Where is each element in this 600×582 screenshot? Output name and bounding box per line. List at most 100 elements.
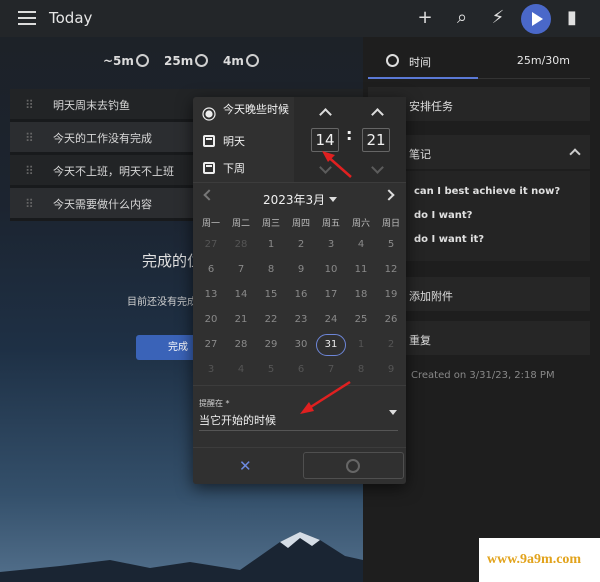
calendar: 2023年3月 周一 周二 周三 周四 周五 周六 周日 27 28 1 2 3 4 5 6 7… — [193, 182, 406, 382]
task-title: 今天需要做什么内容 — [53, 198, 152, 211]
estimate-approx-value: ~5m — [103, 54, 134, 68]
search-icon[interactable]: ⌕ — [452, 8, 472, 28]
calendar-day[interactable]: 6 — [196, 260, 226, 280]
reminder-select[interactable]: 提醒在 * 当它开始的时候 — [193, 385, 406, 435]
calendar-day[interactable]: 18 — [346, 285, 376, 305]
calendar-day[interactable]: 28 — [226, 235, 256, 255]
calendar-day[interactable]: 12 — [376, 260, 406, 280]
weekday-label: 周六 — [351, 219, 370, 229]
calendar-day[interactable]: 3 — [316, 235, 346, 255]
chevron-up-icon[interactable] — [569, 148, 581, 160]
calendar-day[interactable]: 9 — [286, 260, 316, 280]
calendar-day[interactable]: 8 — [256, 260, 286, 280]
calendar-day[interactable]: 10 — [316, 260, 346, 280]
drag-handle-icon[interactable]: ⠿ — [25, 164, 34, 178]
clock-check-icon — [195, 54, 209, 67]
menu-icon[interactable] — [18, 11, 36, 25]
calendar-day[interactable]: 16 — [286, 285, 316, 305]
calendar-day[interactable]: 1 — [346, 335, 376, 355]
watermark-text: www.9a9m.com — [487, 552, 582, 567]
calendar-day[interactable]: 15 — [256, 285, 286, 305]
estimate-summary: ~5m 25m 4m — [0, 54, 363, 74]
calendar-day[interactable]: 29 — [256, 335, 286, 355]
calendar-day[interactable]: 11 — [346, 260, 376, 280]
chevron-left-icon[interactable] — [203, 189, 215, 201]
tab-time[interactable]: 时间 — [368, 47, 478, 79]
quick-option-label: 明天 — [223, 135, 245, 148]
quick-options: 今天晚些时候 明天 下周 — [193, 97, 294, 182]
hour-input[interactable]: 14 — [311, 128, 339, 152]
calendar-day[interactable]: 5 — [376, 235, 406, 255]
quick-option-label: 今天晚些时候 — [223, 103, 289, 116]
drag-handle-icon[interactable]: ⠿ — [25, 131, 34, 145]
hour-down-icon[interactable] — [318, 163, 332, 177]
drag-handle-icon[interactable]: ⠿ — [25, 98, 34, 112]
done-button[interactable]: 完成 — [136, 335, 196, 360]
add-icon[interactable]: + — [415, 8, 435, 28]
repeat-label: 重复 — [409, 334, 431, 347]
calendar-day[interactable]: 4 — [346, 235, 376, 255]
tab-estimate[interactable]: 25m/30m — [517, 54, 570, 67]
quick-option-later-today[interactable]: 今天晚些时候 — [193, 101, 294, 129]
estimate-timer: 4m — [223, 54, 259, 68]
calendar-day[interactable]: 21 — [226, 310, 256, 330]
calendar-day[interactable]: 19 — [376, 285, 406, 305]
calendar-icon — [203, 162, 215, 174]
chat-icon[interactable]: ▮ — [562, 8, 582, 28]
schedule-popup: 今天晚些时候 明天 下周 14 : 21 2023年3月 周一 周二 周三 周四 — [193, 97, 406, 484]
play-button[interactable] — [521, 4, 551, 34]
calendar-day[interactable]: 14 — [226, 285, 256, 305]
page-title: Today — [49, 9, 93, 27]
calendar-day[interactable]: 3 — [196, 360, 226, 380]
close-icon[interactable]: ✕ — [239, 457, 252, 475]
lightning-icon[interactable]: ⚡ — [488, 8, 508, 28]
minute-down-icon[interactable] — [370, 163, 384, 177]
calendar-day[interactable]: 27 — [196, 235, 226, 255]
calendar-day[interactable]: 27 — [196, 335, 226, 355]
calendar-day[interactable]: 25 — [346, 310, 376, 330]
calendar-day[interactable]: 6 — [286, 360, 316, 380]
watermark: www.9a9m.com — [479, 538, 600, 582]
note-line: do I want? — [414, 210, 473, 221]
calendar-day[interactable]: 13 — [196, 285, 226, 305]
calendar-day[interactable]: 17 — [316, 285, 346, 305]
estimate-total: 25m — [164, 54, 209, 68]
minute-input[interactable]: 21 — [362, 128, 390, 152]
hour-up-icon[interactable] — [318, 105, 332, 119]
quick-option-tomorrow[interactable]: 明天 — [193, 128, 294, 156]
caret-down-icon[interactable] — [389, 410, 397, 415]
weekday-label: 周三 — [261, 219, 280, 229]
calendar-day[interactable]: 1 — [256, 235, 286, 255]
chevron-right-icon[interactable] — [383, 189, 395, 201]
calendar-day[interactable]: 20 — [196, 310, 226, 330]
calendar-day[interactable]: 5 — [256, 360, 286, 380]
calendar-day[interactable]: 9 — [376, 360, 406, 380]
calendar-day[interactable]: 7 — [226, 260, 256, 280]
calendar-day[interactable]: 2 — [286, 235, 316, 255]
calendar-day[interactable]: 28 — [226, 335, 256, 355]
calendar-day[interactable]: 22 — [256, 310, 286, 330]
time-picker: 14 : 21 — [294, 97, 406, 182]
drag-handle-icon[interactable]: ⠿ — [25, 197, 34, 211]
calendar-day[interactable]: 30 — [286, 335, 316, 355]
calendar-day[interactable]: 24 — [316, 310, 346, 330]
task-title: 今天的工作没有完成 — [53, 132, 152, 145]
quick-option-next-week[interactable]: 下周 — [193, 155, 294, 183]
task-title: 明天周末去钓鱼 — [53, 99, 130, 112]
minute-up-icon[interactable] — [370, 105, 384, 119]
calendar-day[interactable]: 8 — [346, 360, 376, 380]
weekday-label: 周日 — [381, 219, 400, 229]
month-selector[interactable]: 2023年3月 — [263, 191, 337, 208]
calendar-day[interactable]: 2 — [376, 335, 406, 355]
top-bar: Today + ⌕ ⚡ ▮ — [0, 0, 600, 37]
weekday-label: 周四 — [291, 219, 310, 229]
add-reminder-button[interactable] — [303, 452, 404, 479]
sun-icon — [205, 110, 213, 118]
calendar-day[interactable]: 26 — [376, 310, 406, 330]
calendar-day[interactable]: 7 — [316, 360, 346, 380]
calendar-day[interactable]: 31 — [316, 334, 346, 356]
calendar-icon — [203, 135, 215, 147]
calendar-day[interactable]: 4 — [226, 360, 256, 380]
weekday-label: 周一 — [201, 219, 220, 229]
calendar-day[interactable]: 23 — [286, 310, 316, 330]
